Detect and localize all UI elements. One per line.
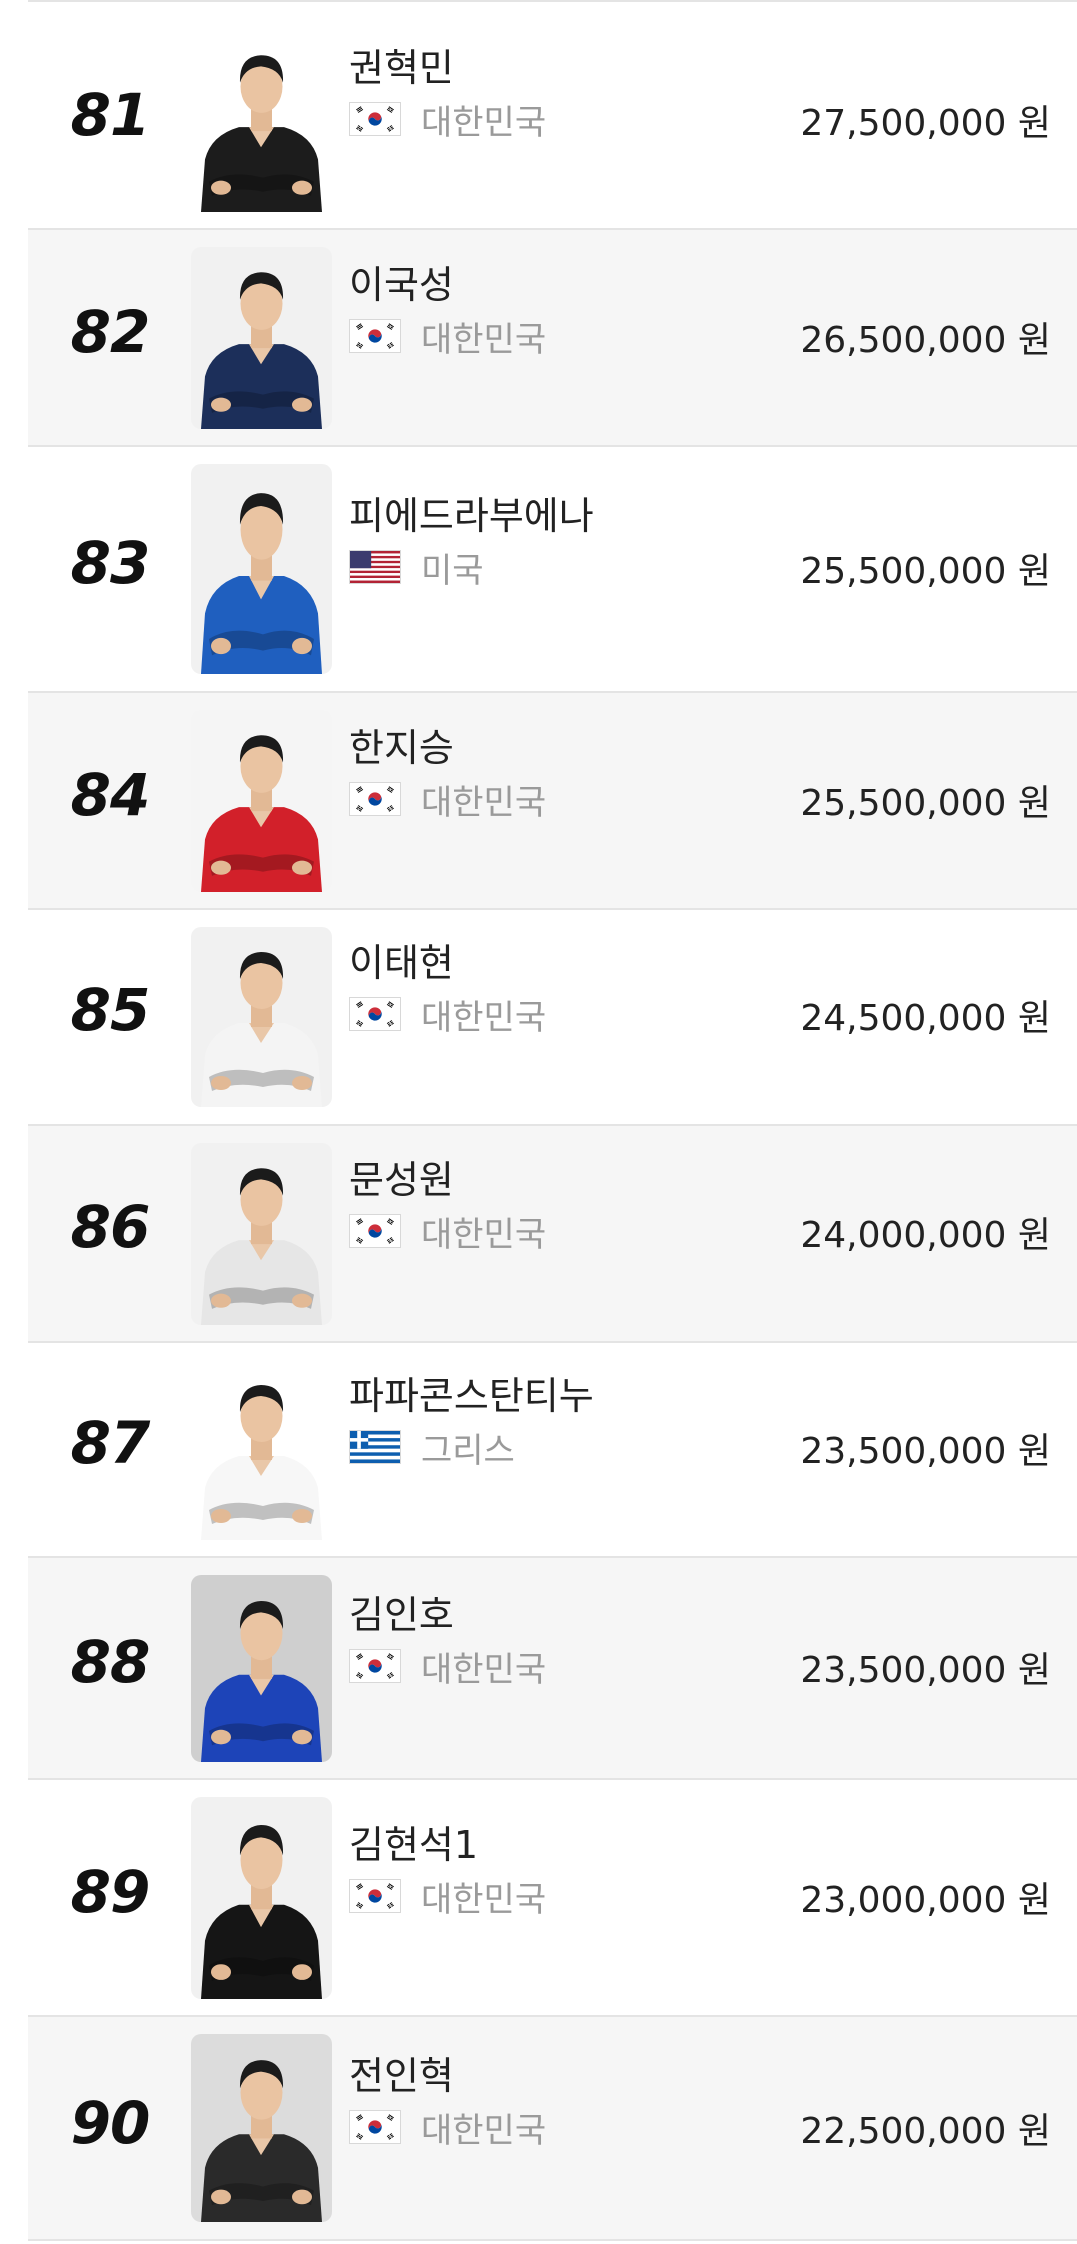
prize-money: 24,000,000 원 [800,1215,1051,1256]
player-photo[interactable] [191,1797,332,1999]
player-photo[interactable] [191,710,332,892]
player-name[interactable]: 문성원 [349,1149,454,1204]
ranking-list: 81 권혁민 대한민국 27,500,000 원 82 이국성 대한민국 26,… [28,0,1077,2241]
country-name: 대한민국 [421,2110,547,2151]
prize-money: 22,500,000 원 [800,2111,1051,2152]
player-country: 미국 [349,547,484,591]
player-country: 대한민국 [349,1646,546,1690]
rank-number: 84 [70,761,151,829]
player-name[interactable]: 피에드라부에나 [349,485,594,540]
player-name[interactable]: 전인혁 [349,2045,454,2100]
korea-flag-icon [349,319,401,353]
player-photo[interactable] [191,1360,332,1540]
player-photo[interactable] [191,464,332,674]
rank-number: 82 [70,298,151,366]
player-row[interactable]: 83 피에드라부에나 미국 25,500,000 원 [28,447,1077,693]
korea-flag-icon [349,102,401,136]
prize-money: 23,500,000 원 [800,1650,1051,1691]
rank-number: 81 [70,81,151,149]
player-row[interactable]: 85 이태현 대한민국 24,500,000 원 [28,910,1077,1126]
korea-flag-icon [349,1214,401,1248]
rank-number: 85 [70,976,151,1044]
player-row[interactable]: 84 한지승 대한민국 25,500,000 원 [28,693,1077,910]
country-name: 대한민국 [421,102,547,143]
player-name[interactable]: 이국성 [349,254,454,309]
country-name: 대한민국 [421,997,547,1038]
prize-money: 23,000,000 원 [800,1880,1051,1921]
country-name: 그리스 [421,1430,515,1471]
player-name[interactable]: 김현석1 [349,1814,478,1869]
player-photo[interactable] [191,1143,332,1325]
player-photo[interactable] [191,30,332,212]
player-name[interactable]: 이태현 [349,932,454,987]
prize-money: 25,500,000 원 [800,783,1051,824]
greece-flag-icon [349,1430,401,1464]
rank-number: 88 [70,1628,151,1696]
player-name[interactable]: 한지승 [349,717,454,772]
player-name[interactable]: 김인호 [349,1584,454,1639]
rank-number: 89 [70,1858,151,1926]
prize-money: 24,500,000 원 [800,998,1051,1039]
player-country: 그리스 [349,1427,515,1471]
player-row[interactable]: 81 권혁민 대한민국 27,500,000 원 [28,14,1077,230]
player-country: 대한민국 [349,779,546,823]
prize-money: 23,500,000 원 [800,1431,1051,1472]
rank-number: 90 [70,2089,151,2157]
player-country: 대한민국 [349,1876,546,1920]
player-photo[interactable] [191,927,332,1107]
player-row[interactable]: 88 김인호 대한민국 23,500,000 원 [28,1558,1077,1780]
korea-flag-icon [349,1649,401,1683]
country-name: 미국 [421,550,484,591]
prize-money: 26,500,000 원 [800,320,1051,361]
country-name: 대한민국 [421,1649,547,1690]
korea-flag-icon [349,782,401,816]
player-row[interactable]: 82 이국성 대한민국 26,500,000 원 [28,230,1077,447]
rank-number: 86 [70,1193,151,1261]
prize-money: 25,500,000 원 [800,551,1051,592]
korea-flag-icon [349,1879,401,1913]
player-country: 대한민국 [349,99,546,143]
player-photo[interactable] [191,1575,332,1762]
player-row[interactable]: 90 전인혁 대한민국 22,500,000 원 [28,2017,1077,2241]
player-country: 대한민국 [349,2107,546,2151]
country-name: 대한민국 [421,1214,547,1255]
rank-number: 83 [70,529,151,597]
player-photo[interactable] [191,2034,332,2222]
player-row[interactable]: 89 김현석1 대한민국 23,000,000 원 [28,1780,1077,2017]
player-name[interactable]: 권혁민 [349,37,454,92]
korea-flag-icon [349,2110,401,2144]
country-name: 대한민국 [421,1879,547,1920]
prize-money: 27,500,000 원 [800,103,1051,144]
player-row[interactable]: 86 문성원 대한민국 24,000,000 원 [28,1126,1077,1343]
player-photo[interactable] [191,247,332,429]
rank-number: 87 [70,1409,151,1477]
player-country: 대한민국 [349,316,546,360]
korea-flag-icon [349,997,401,1031]
usa-flag-icon [349,550,401,584]
player-name[interactable]: 파파콘스탄티누 [349,1365,594,1420]
player-country: 대한민국 [349,1211,546,1255]
country-name: 대한민국 [421,782,547,823]
country-name: 대한민국 [421,319,547,360]
player-country: 대한민국 [349,994,546,1038]
player-row[interactable]: 87 파파콘스탄티누 그리스 23,500,000 원 [28,1343,1077,1558]
